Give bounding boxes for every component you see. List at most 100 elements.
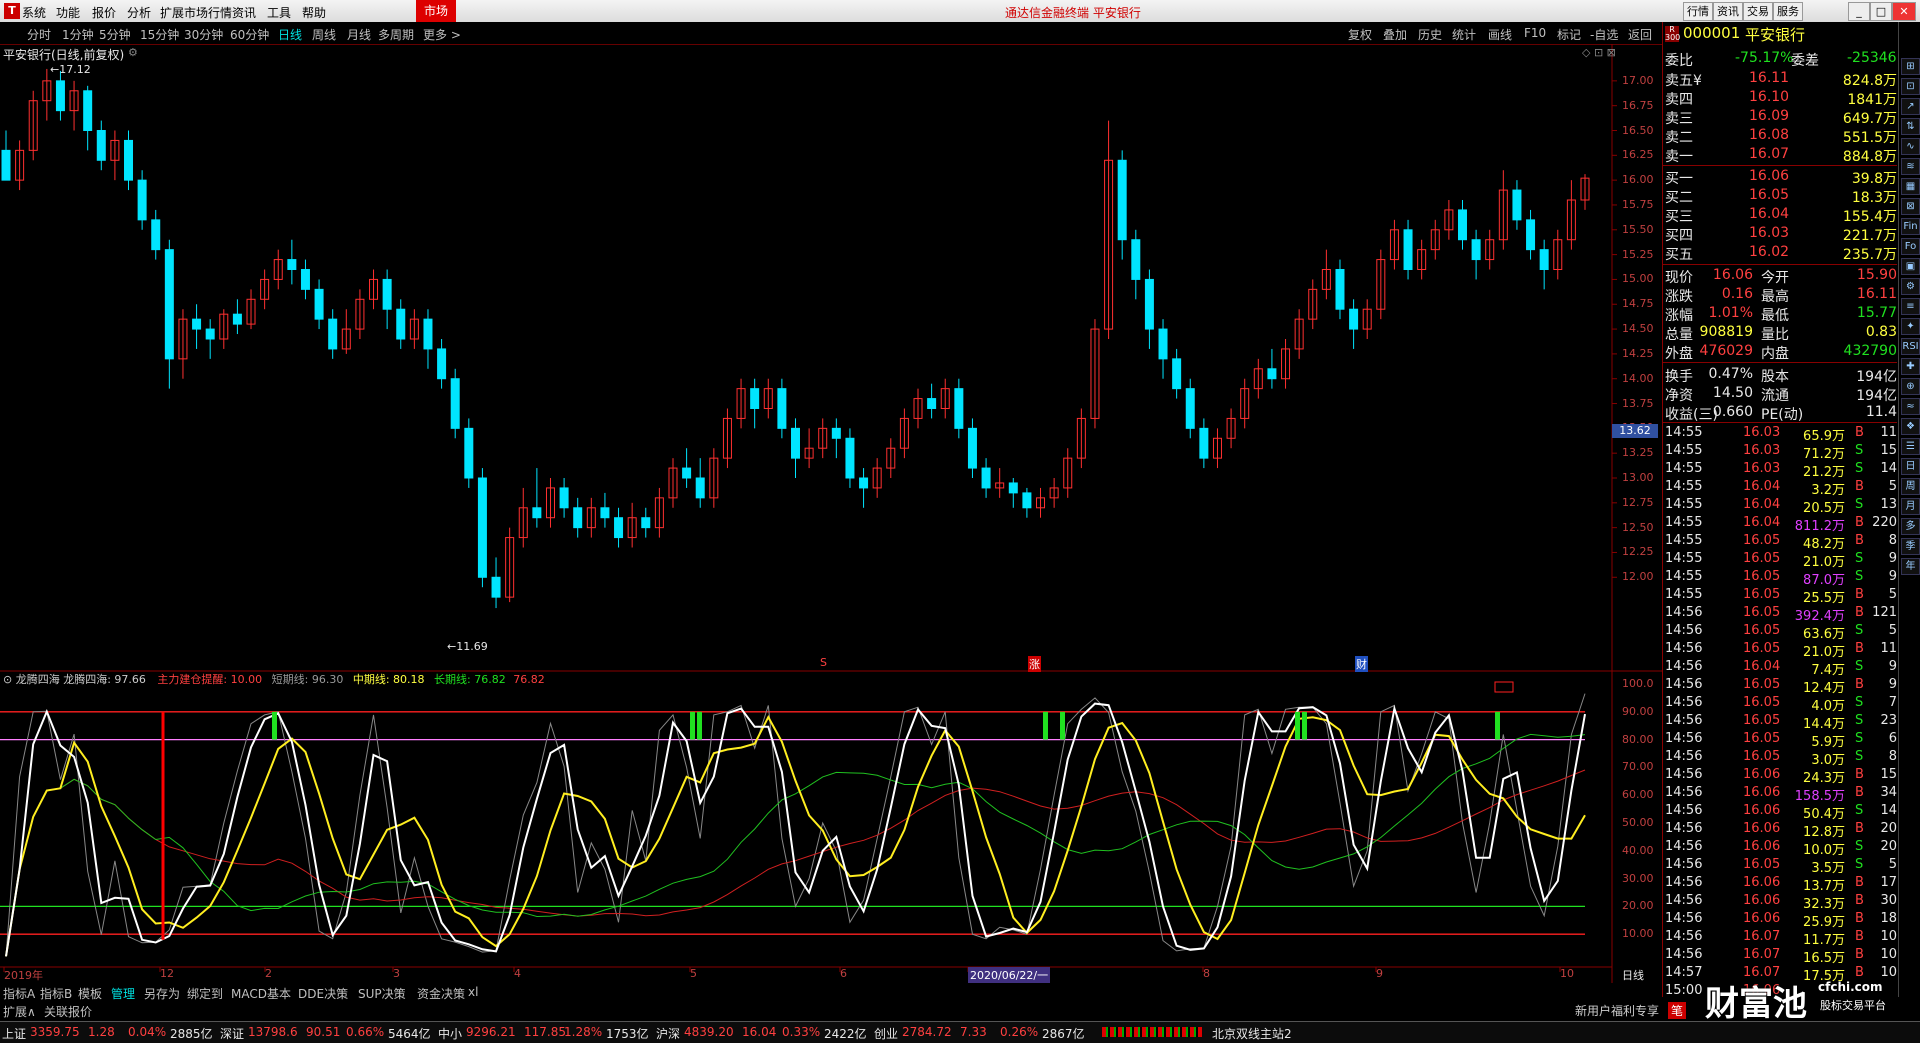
sidebar-tool-icon[interactable]: ✦ (1901, 318, 1920, 335)
bid-price[interactable]: 16.06 (1749, 168, 1789, 184)
period-1[interactable]: 1分钟 (62, 26, 94, 43)
tab-9[interactable]: 资金决策 (417, 985, 465, 1002)
ask-price[interactable]: 16.09 (1749, 108, 1789, 124)
index-name[interactable]: 创业 (874, 1025, 898, 1042)
index-name[interactable]: 中小 (438, 1025, 462, 1042)
chart-canvas[interactable] (0, 44, 1662, 983)
ext-tab-1[interactable]: 关联报价 (44, 1003, 92, 1020)
sidebar-tool-icon[interactable]: ↗ (1901, 98, 1920, 115)
menu-item-3[interactable]: 分析 (127, 4, 151, 21)
toolbar-button-1[interactable]: 资讯 (1713, 2, 1743, 21)
menu-item-4[interactable]: 扩展市场行情 (160, 4, 232, 21)
bid-price[interactable]: 16.03 (1749, 225, 1789, 241)
period-5[interactable]: 60分钟 (230, 26, 269, 43)
tool-button-1[interactable]: 叠加 (1383, 26, 1407, 43)
sidebar-tool-icon[interactable]: 季 (1901, 538, 1920, 555)
sidebar-tool-icon[interactable]: ≋ (1901, 158, 1920, 175)
menu-item-2[interactable]: 报价 (92, 4, 116, 21)
period-6[interactable]: 日线 (278, 26, 302, 43)
period-0[interactable]: 分时 (27, 26, 51, 43)
tool-button-2[interactable]: 历史 (1418, 26, 1442, 43)
sidebar-tool-icon[interactable]: ⇅ (1901, 118, 1920, 135)
sidebar-tool-icon[interactable]: Fin (1901, 218, 1920, 235)
settings-gear-icon[interactable]: ⚙ (128, 46, 138, 59)
index-name[interactable]: 沪深 (656, 1025, 680, 1042)
sidebar-tool-icon[interactable]: ▦ (1901, 178, 1920, 195)
ask-price[interactable]: 16.10 (1749, 89, 1789, 105)
minimize-icon[interactable]: _ (1848, 2, 1870, 21)
period-2[interactable]: 5分钟 (99, 26, 131, 43)
promo-link[interactable]: 新用户福利专享 (1575, 1002, 1659, 1019)
tab-7[interactable]: DDE决策 (298, 985, 348, 1002)
bid-price[interactable]: 16.04 (1749, 206, 1789, 222)
tab-3[interactable]: 管理 (111, 985, 135, 1002)
toolbar-button-3[interactable]: 服务 (1773, 2, 1803, 21)
event-mark-zhang[interactable]: 涨 (1028, 656, 1041, 672)
period-10[interactable]: 更多 > (423, 26, 461, 43)
bid-price[interactable]: 16.05 (1749, 187, 1789, 203)
sidebar-tool-icon[interactable]: ⊞ (1901, 58, 1920, 75)
period-4[interactable]: 30分钟 (184, 26, 223, 43)
pen-button[interactable]: 笔 (1668, 1002, 1687, 1019)
tab-2[interactable]: 模板 (78, 985, 102, 1002)
tool-button-3[interactable]: 统计 (1452, 26, 1476, 43)
menu-item-0[interactable]: 系统 (22, 4, 46, 21)
ask-price[interactable]: 16.07 (1749, 146, 1789, 162)
sidebar-tool-icon[interactable]: RSI (1901, 338, 1920, 355)
menu-item-6[interactable]: 工具 (267, 4, 291, 21)
event-mark-cai[interactable]: 财 (1355, 656, 1368, 672)
period-7[interactable]: 周线 (312, 26, 336, 43)
tool-button-8[interactable]: 返回 (1628, 26, 1652, 43)
market-menu[interactable]: 市场 (416, 0, 456, 22)
close-icon[interactable]: ✕ (1892, 2, 1916, 21)
event-mark-s[interactable]: S (820, 656, 827, 669)
sidebar-tool-icon[interactable]: Fo (1901, 238, 1920, 255)
ask-price[interactable]: 16.11 (1749, 70, 1789, 86)
period-8[interactable]: 月线 (347, 26, 371, 43)
tab-1[interactable]: 指标B (40, 985, 72, 1002)
sidebar-tool-icon[interactable]: ⊕ (1901, 378, 1920, 395)
sidebar-tool-icon[interactable]: 多 (1901, 518, 1920, 535)
stock-name[interactable]: 平安银行 (1745, 24, 1805, 45)
sidebar-tool-icon[interactable]: 年 (1901, 558, 1920, 575)
menu-item-1[interactable]: 功能 (56, 4, 80, 21)
sidebar-tool-icon[interactable]: ∿ (1901, 138, 1920, 155)
tab-4[interactable]: 另存为 (144, 985, 180, 1002)
ask-price[interactable]: 16.08 (1749, 127, 1789, 143)
sidebar-tool-icon[interactable]: ▣ (1901, 258, 1920, 275)
bid-price[interactable]: 16.02 (1749, 244, 1789, 260)
menu-item-5[interactable]: 资讯 (232, 4, 256, 21)
tool-button-5[interactable]: F10 (1524, 26, 1546, 40)
menu-item-7[interactable]: 帮助 (302, 4, 326, 21)
sidebar-tool-icon[interactable]: 月 (1901, 498, 1920, 515)
sidebar-tool-icon[interactable]: 周 (1901, 478, 1920, 495)
maximize-icon[interactable]: □ (1870, 2, 1892, 21)
sidebar-tool-icon[interactable]: ⊠ (1901, 198, 1920, 215)
tool-button-7[interactable]: -自选 (1590, 26, 1618, 43)
sidebar-tool-icon[interactable]: ⊡ (1901, 78, 1920, 95)
ext-tab-0[interactable]: 扩展∧ (3, 1003, 36, 1020)
tool-button-4[interactable]: 画线 (1488, 26, 1512, 43)
server-name[interactable]: 北京双线主站2 (1212, 1025, 1292, 1042)
tool-button-0[interactable]: 复权 (1348, 26, 1372, 43)
period-3[interactable]: 15分钟 (140, 26, 179, 43)
sidebar-tool-icon[interactable]: ≡ (1901, 298, 1920, 315)
diamond-toggle-icon[interactable]: ◇ ⊡ ⊠ (1582, 46, 1616, 59)
sidebar-tool-icon[interactable]: ≈ (1901, 398, 1920, 415)
indicator-toggle-icon[interactable]: ⊙ (3, 673, 16, 686)
tab-5[interactable]: 绑定到 (187, 985, 223, 1002)
tab-6[interactable]: MACD基本 (231, 985, 291, 1002)
sidebar-tool-icon[interactable]: ✚ (1901, 358, 1920, 375)
tab-8[interactable]: SUP决策 (358, 985, 406, 1002)
toolbar-button-2[interactable]: 交易 (1743, 2, 1773, 21)
sidebar-tool-icon[interactable]: ❖ (1901, 418, 1920, 435)
tab-10[interactable]: xl (468, 985, 478, 999)
toolbar-button-0[interactable]: 行情 (1683, 2, 1713, 21)
index-name[interactable]: 上证 (2, 1025, 26, 1042)
sidebar-tool-icon[interactable]: 日 (1901, 458, 1920, 475)
index-name[interactable]: 深证 (220, 1025, 244, 1042)
tab-0[interactable]: 指标A (3, 985, 35, 1002)
period-9[interactable]: 多周期 (378, 26, 414, 43)
sidebar-tool-icon[interactable]: ☰ (1901, 438, 1920, 455)
tool-button-6[interactable]: 标记 (1557, 26, 1581, 43)
